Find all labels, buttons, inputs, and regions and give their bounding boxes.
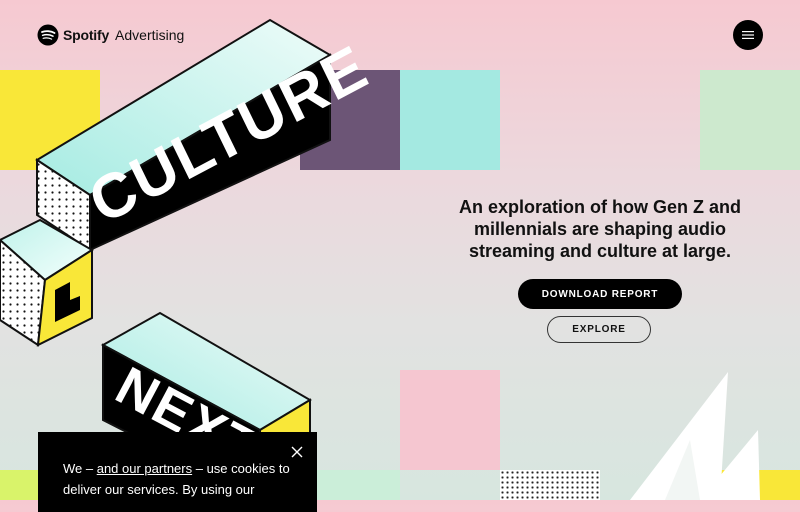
decor-square-dotted (500, 470, 600, 500)
download-report-button[interactable]: DOWNLOAD REPORT (518, 279, 682, 309)
decor-square-yellow (0, 70, 100, 170)
close-icon[interactable] (290, 445, 304, 459)
cookie-message: We – and our partners – use cookies to d… (63, 458, 293, 500)
cookie-banner: We – and our partners – use cookies to d… (38, 432, 317, 512)
spotify-icon (37, 24, 59, 46)
brand-name: Spotify (63, 27, 110, 43)
decor-square-purple (300, 70, 400, 170)
cookie-text-before: We – (63, 461, 97, 476)
decor-square-yellow-bottom (700, 470, 800, 500)
decor-square-teal (400, 70, 500, 170)
decor-square-mint (700, 70, 800, 170)
partners-link[interactable]: and our partners (97, 461, 192, 476)
hamburger-icon (742, 31, 754, 39)
brand-logo[interactable]: Spotify Advertising (37, 24, 184, 46)
hero-section: An exploration of how Gen Z and millenni… (455, 196, 745, 262)
hero-description: An exploration of how Gen Z and millenni… (459, 197, 741, 261)
decor-square-pink (400, 370, 500, 470)
explore-button[interactable]: EXPLORE (547, 316, 651, 343)
brand-subtitle: Advertising (115, 27, 185, 43)
menu-button[interactable] (733, 20, 763, 50)
decor-square-lime (0, 470, 40, 500)
